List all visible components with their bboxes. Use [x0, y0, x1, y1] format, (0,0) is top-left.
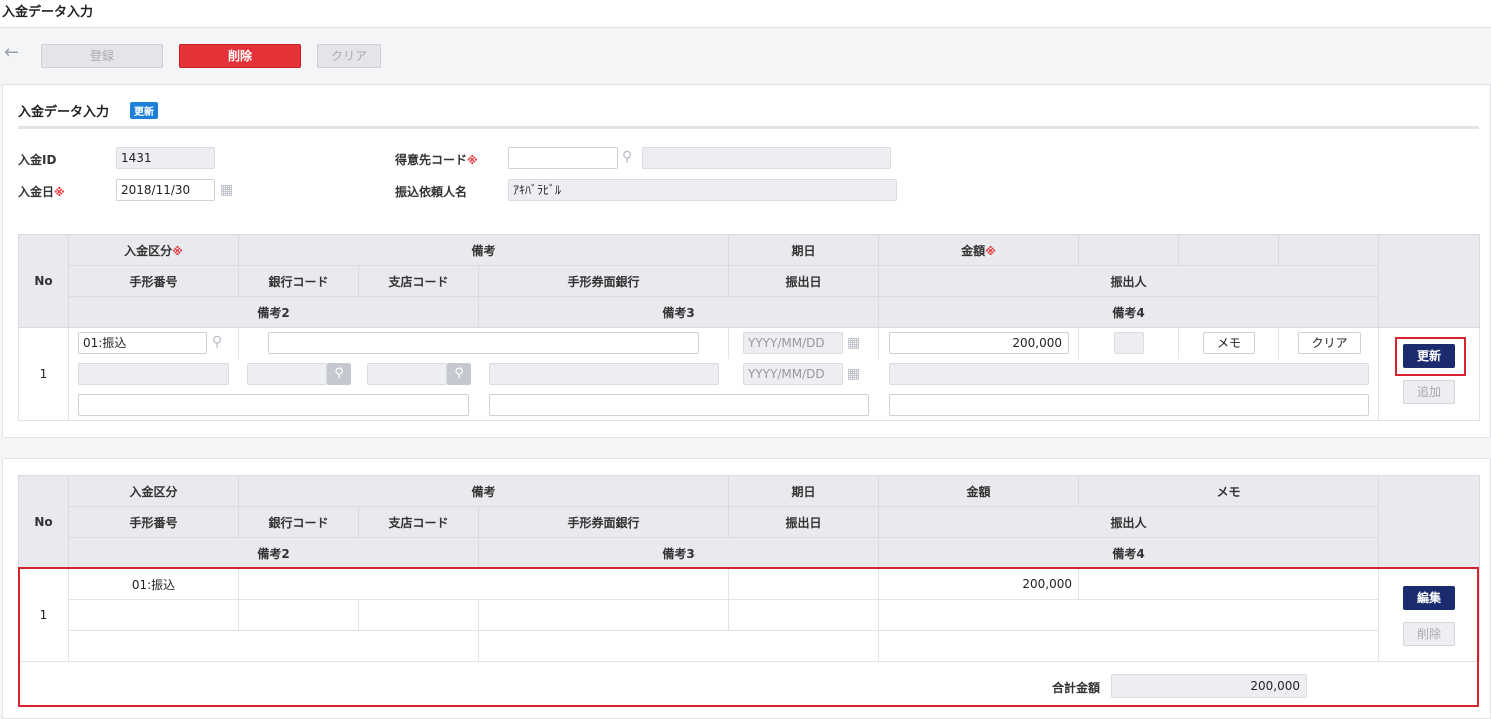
- branch-search-icon[interactable]: ⚲: [447, 363, 471, 385]
- title-bar: 入金データ入力: [0, 0, 1491, 28]
- payment-date-label: 入金日※: [18, 185, 65, 199]
- highlight-box: [18, 567, 1479, 707]
- due-date-input[interactable]: YYYY/MM/DD: [743, 332, 843, 354]
- search-icon[interactable]: ⚲: [212, 331, 222, 353]
- calendar-icon[interactable]: ▦: [847, 332, 860, 354]
- list-header-payment-type: 入金区分: [68, 475, 239, 507]
- header-note-number: 手形番号: [68, 265, 239, 297]
- payment-date-input[interactable]: 2018/11/30: [116, 179, 215, 201]
- list-header-note-number: 手形番号: [68, 506, 239, 538]
- header-blank-3: [1278, 234, 1380, 266]
- payment-id-label: 入金ID: [18, 153, 57, 167]
- remarks4-input[interactable]: [889, 394, 1369, 416]
- page-title: 入金データ入力: [2, 5, 94, 20]
- header-bank-code: 銀行コード: [238, 265, 359, 297]
- list-header-remarks: 備考: [237, 475, 730, 507]
- list-header-issue-date: 振出日: [728, 506, 880, 538]
- header-blank-1: [1078, 234, 1180, 266]
- list-header-remarks2: 備考2: [68, 537, 479, 569]
- transfer-requester-field: ｱｷﾊﾞﾗﾋﾞﾙ: [508, 179, 897, 201]
- list-header-actions: [1378, 475, 1481, 569]
- transfer-requester-label: 振込依頼人名: [395, 185, 468, 199]
- list-header-bank-code: 銀行コード: [238, 506, 359, 538]
- header-remarks3: 備考3: [477, 296, 880, 328]
- header-remarks4: 備考4: [878, 296, 1380, 328]
- branch-code-input[interactable]: [367, 363, 447, 385]
- calendar-icon[interactable]: ▦: [220, 179, 233, 201]
- remarks2-input[interactable]: [78, 394, 469, 416]
- header-drawer: 振出人: [878, 265, 1380, 297]
- checkbox[interactable]: [1114, 332, 1144, 354]
- clear-button[interactable]: クリア: [317, 44, 381, 68]
- delete-button[interactable]: 削除: [179, 44, 301, 68]
- list-header-amount: 金額: [878, 475, 1080, 507]
- calendar-icon[interactable]: ▦: [847, 363, 860, 385]
- header-issue-date: 振出日: [728, 265, 880, 297]
- bank-search-icon[interactable]: ⚲: [327, 363, 351, 385]
- entry-table: No 入金区分※ 備考 期日 金額※ 手形番号 銀行コード 支店コード 手形券面…: [18, 234, 1481, 421]
- section-title: 入金データ入力: [18, 105, 110, 120]
- memo-button[interactable]: メモ: [1203, 332, 1255, 354]
- add-button[interactable]: 追加: [1403, 380, 1455, 404]
- header-actions: [1378, 234, 1481, 328]
- header-branch-code: 支店コード: [358, 265, 479, 297]
- header-due-date: 期日: [728, 234, 880, 266]
- amount-input[interactable]: 200,000: [889, 332, 1069, 354]
- arrow-left-icon[interactable]: ←: [4, 44, 22, 62]
- list-header-memo: メモ: [1078, 475, 1380, 507]
- list-header-due-date: 期日: [728, 475, 880, 507]
- list-header-note-bank: 手形券面銀行: [477, 506, 730, 538]
- list-header-no: No: [18, 475, 69, 569]
- update-button[interactable]: 更新: [1403, 344, 1455, 368]
- header-blank-2: [1178, 234, 1280, 266]
- note-bank-input[interactable]: [489, 363, 719, 385]
- remarks-input[interactable]: [268, 332, 699, 354]
- section-divider: [18, 126, 1479, 129]
- row-clear-button[interactable]: クリア: [1298, 332, 1361, 354]
- register-button[interactable]: 登録: [41, 44, 163, 68]
- list-header-remarks3: 備考3: [477, 537, 880, 569]
- customer-code-label: 得意先コード※: [395, 153, 478, 167]
- customer-name-field: [642, 147, 891, 169]
- list-header-drawer: 振出人: [878, 506, 1380, 538]
- payment-id-field: 1431: [116, 147, 215, 169]
- customer-code-input[interactable]: [508, 147, 618, 169]
- status-badge: 更新: [130, 102, 158, 119]
- header-remarks2: 備考2: [68, 296, 479, 328]
- payment-type-input[interactable]: 01:振込: [78, 332, 207, 354]
- list-header-remarks4: 備考4: [878, 537, 1380, 569]
- entry-row-no: 1: [18, 327, 69, 421]
- note-number-input[interactable]: [78, 363, 229, 385]
- bank-code-input[interactable]: [247, 363, 327, 385]
- header-payment-type: 入金区分※: [68, 234, 239, 266]
- header-note-bank: 手形券面銀行: [477, 265, 730, 297]
- drawer-input[interactable]: [889, 363, 1369, 385]
- header-remarks: 備考: [237, 234, 730, 266]
- header-no: No: [18, 234, 69, 328]
- search-icon[interactable]: ⚲: [622, 146, 632, 168]
- header-amount: 金額※: [878, 234, 1080, 266]
- issue-date-input[interactable]: YYYY/MM/DD: [743, 363, 843, 385]
- remarks3-input[interactable]: [489, 394, 869, 416]
- list-header-branch-code: 支店コード: [358, 506, 479, 538]
